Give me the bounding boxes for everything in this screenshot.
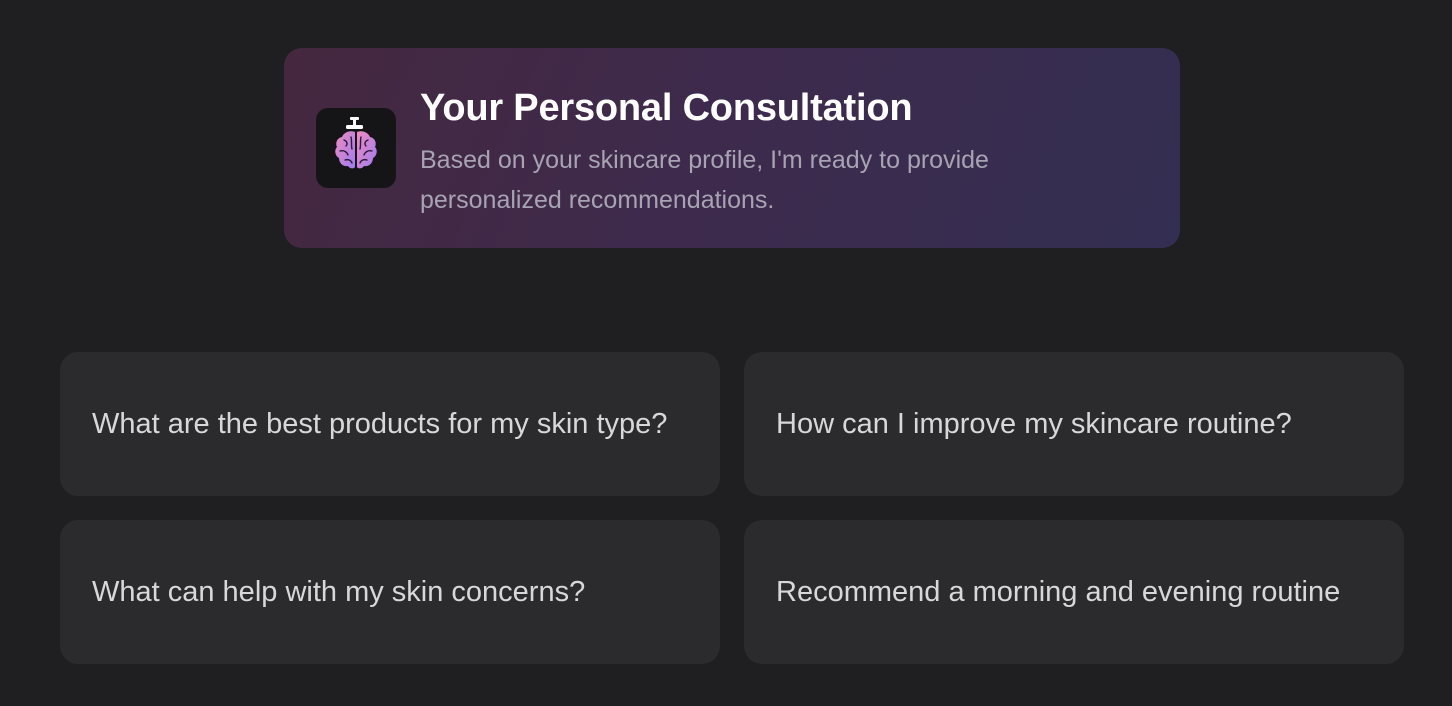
suggestion-label: Recommend a morning and evening routine <box>776 576 1341 608</box>
consultation-subtitle: Based on your skincare profile, I'm read… <box>420 146 989 214</box>
suggestion-label: What are the best products for my skin t… <box>92 408 668 440</box>
suggestion-morning-evening-routine[interactable]: Recommend a morning and evening routine <box>744 520 1404 664</box>
suggestion-improve-routine[interactable]: How can I improve my skincare routine? <box>744 352 1404 496</box>
consultation-page: Your Personal Consultation Based on your… <box>0 0 1452 706</box>
consultation-banner: Your Personal Consultation Based on your… <box>284 48 1180 248</box>
suggestion-label: How can I improve my skincare routine? <box>776 408 1292 440</box>
consultation-title: Your Personal Consultation <box>420 87 913 129</box>
consultation-text: Your Personal Consultation Based on your… <box>420 86 1140 220</box>
suggestion-skin-concerns[interactable]: What can help with my skin concerns? <box>60 520 720 664</box>
suggestion-label: What can help with my skin concerns? <box>92 576 586 608</box>
brain-dispenser-icon <box>316 108 396 188</box>
suggestion-best-products[interactable]: What are the best products for my skin t… <box>60 352 720 496</box>
brain-icon <box>335 117 377 169</box>
